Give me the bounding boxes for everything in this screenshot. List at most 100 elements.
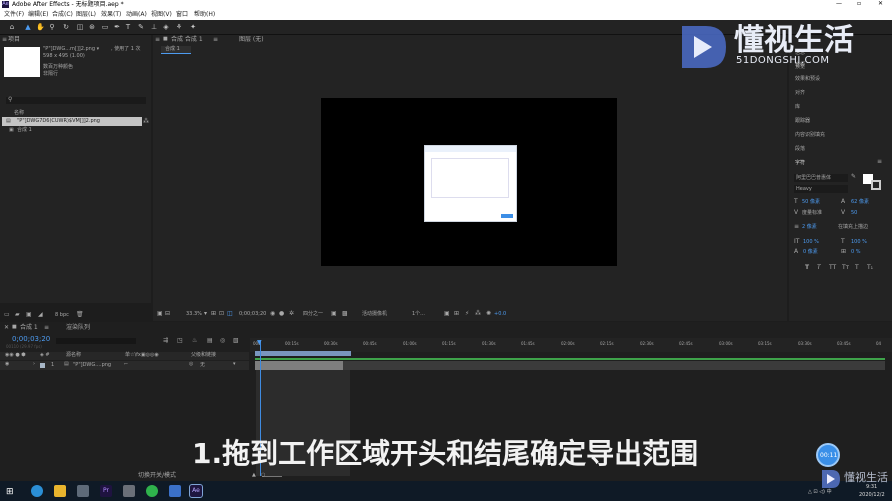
panel-align[interactable]: 对齐 bbox=[795, 91, 805, 96]
roto-brush-tool-icon[interactable]: ⚘ bbox=[175, 23, 183, 31]
project-settings-icon[interactable]: ◢ bbox=[38, 312, 43, 318]
zoom-level[interactable]: 33.3% bbox=[186, 312, 202, 317]
layer-expand-icon[interactable]: › bbox=[33, 362, 35, 367]
small-caps-button[interactable]: Tт bbox=[842, 265, 849, 271]
graph-editor-icon[interactable]: ▧ bbox=[233, 338, 239, 344]
delete-icon[interactable]: 🗑 bbox=[76, 312, 84, 318]
menu-effect[interactable]: 效果(T) bbox=[101, 12, 121, 18]
timeline-tab-menu-icon[interactable]: ≡ bbox=[44, 325, 49, 331]
premiere-icon[interactable]: Pr bbox=[100, 485, 112, 497]
after-effects-taskbar-icon[interactable]: Ae bbox=[189, 484, 203, 498]
all-caps-button[interactable]: TT bbox=[829, 265, 836, 271]
screen-capture-icon[interactable] bbox=[77, 485, 89, 497]
edge-browser-icon[interactable] bbox=[31, 485, 43, 497]
hand-tool-icon[interactable]: ✋ bbox=[36, 23, 45, 31]
playhead-icon[interactable]: ▼ bbox=[257, 340, 262, 346]
panel-tracker[interactable]: 跟踪器 bbox=[795, 119, 810, 124]
always-preview-icon[interactable]: ⊟ bbox=[165, 311, 170, 317]
baseline-shift-value[interactable]: 0 像素 bbox=[803, 250, 818, 255]
leading-value[interactable]: 62 像素 bbox=[851, 200, 869, 205]
fast-previews-icon[interactable]: ⚡ bbox=[465, 311, 469, 317]
project-flow-icon[interactable]: ⁂ bbox=[143, 119, 149, 125]
close-icon[interactable]: ✕ bbox=[878, 1, 883, 7]
toggle-view-icon[interactable]: ⊞ bbox=[211, 311, 216, 317]
image-viewer-icon[interactable] bbox=[169, 485, 181, 497]
viewer-lock-icon[interactable]: ■ bbox=[163, 37, 168, 42]
file-explorer-icon[interactable] bbox=[54, 485, 66, 497]
tsume-value[interactable]: 0 % bbox=[851, 250, 861, 255]
layer-name[interactable]: "P"]DWG....png bbox=[73, 363, 111, 368]
maximize-icon[interactable]: ▫ bbox=[857, 1, 861, 7]
clone-stamp-tool-icon[interactable]: ⊥ bbox=[150, 23, 158, 31]
pen-tool-icon[interactable]: ✒ bbox=[113, 23, 121, 31]
channel-icon[interactable]: ✲ bbox=[289, 311, 294, 317]
zoom-slider-thumb-icon[interactable]: ○ bbox=[261, 473, 265, 478]
home-icon[interactable]: ⌂ bbox=[8, 23, 16, 31]
character-panel-tab[interactable]: 字符 bbox=[795, 161, 805, 166]
zoom-out-icon[interactable]: ▲ bbox=[252, 473, 256, 478]
start-icon[interactable]: ⊞ bbox=[6, 487, 16, 497]
superscript-button[interactable]: T bbox=[855, 265, 859, 271]
project-tab[interactable]: 项目 bbox=[8, 37, 20, 43]
stroke-type-select[interactable]: 在填充上描边 bbox=[838, 225, 868, 230]
panel-content-aware-fill[interactable]: 内容识别填充 bbox=[795, 133, 825, 138]
minimize-icon[interactable]: — bbox=[836, 1, 842, 7]
menu-window[interactable]: 窗口 bbox=[176, 12, 188, 18]
character-panel-menu-icon[interactable]: ≡ bbox=[877, 159, 882, 165]
bit-depth-label[interactable]: 8 bpc bbox=[55, 313, 69, 318]
layer-visibility-icon[interactable]: ◉ bbox=[5, 362, 9, 367]
zoom-tool-icon[interactable]: ⚲ bbox=[48, 23, 56, 31]
panel-library[interactable]: 库 bbox=[795, 105, 800, 110]
menu-view[interactable]: 视图(V) bbox=[151, 12, 172, 18]
shy-layers-icon[interactable]: ♨ bbox=[192, 338, 197, 344]
rectangle-tool-icon[interactable]: ▭ bbox=[101, 23, 109, 31]
view-options-icon[interactable]: ▣ bbox=[444, 311, 450, 317]
parent-link-header[interactable]: 父级和链接 bbox=[191, 353, 216, 358]
stroke-width-value[interactable]: 2 像素 bbox=[802, 225, 817, 230]
interpret-footage-icon[interactable]: ▭ bbox=[4, 312, 10, 318]
puppet-tool-icon[interactable]: ✦ bbox=[189, 23, 197, 31]
font-size-value[interactable]: 50 像素 bbox=[802, 200, 820, 205]
composition-mini-flowchart-icon[interactable]: ⇶ bbox=[163, 338, 168, 344]
composition-tab-menu-icon[interactable]: ≡ bbox=[213, 37, 218, 43]
project-name-column-header[interactable]: 名称 bbox=[14, 111, 24, 116]
layer-label-color[interactable] bbox=[40, 363, 45, 368]
frame-blending-icon[interactable]: ▤ bbox=[207, 338, 213, 344]
view-layout-dropdown[interactable]: 1个... bbox=[412, 312, 425, 317]
resolution-dropdown[interactable]: 四分之一 bbox=[303, 312, 323, 317]
flowchart-icon[interactable]: ⁂ bbox=[475, 311, 481, 317]
menu-help[interactable]: 帮助(H) bbox=[194, 12, 215, 18]
mask-visibility-icon[interactable]: ◫ bbox=[227, 311, 233, 317]
safe-zones-icon[interactable]: ⊡ bbox=[219, 311, 224, 317]
menu-file[interactable]: 文件(F) bbox=[4, 12, 24, 18]
layer-pickwhip-icon[interactable]: ◎ bbox=[189, 362, 193, 367]
region-of-interest-icon[interactable]: ▣ bbox=[331, 311, 337, 317]
brush-tool-icon[interactable]: ✎ bbox=[137, 23, 145, 31]
project-file-name[interactable]: "P"]DWG...m[]]2.png ▾ bbox=[43, 47, 99, 52]
zoom-dropdown-icon[interactable]: ▾ bbox=[204, 311, 207, 317]
pan-behind-tool-icon[interactable]: ⊛ bbox=[88, 23, 96, 31]
menu-animation[interactable]: 动画(A) bbox=[126, 12, 147, 18]
switch-mode-toggle[interactable]: 切换开关/模式 bbox=[138, 473, 176, 479]
faux-italic-button[interactable]: T bbox=[817, 265, 821, 271]
timeline-search-input[interactable] bbox=[56, 338, 136, 344]
tracking-value[interactable]: 50 bbox=[851, 211, 857, 216]
parent-dropdown-icon[interactable]: ▾ bbox=[233, 362, 236, 367]
exposure-value[interactable]: +0.0 bbox=[494, 312, 506, 317]
work-area-bar[interactable] bbox=[255, 351, 351, 356]
new-composition-icon[interactable]: ▣ bbox=[26, 312, 32, 318]
new-folder-icon[interactable]: ▰ bbox=[15, 312, 20, 318]
menu-layer[interactable]: 图层(L) bbox=[76, 12, 96, 18]
rotate-tool-icon[interactable]: ↻ bbox=[62, 23, 70, 31]
menu-composition[interactable]: 合成(C) bbox=[52, 12, 73, 18]
photos-icon[interactable] bbox=[123, 485, 135, 497]
magnification-icon[interactable]: ▣ bbox=[157, 311, 163, 317]
exposure-icon[interactable]: ✺ bbox=[486, 311, 491, 317]
show-snapshot-icon[interactable]: ● bbox=[279, 311, 284, 317]
viewer-timecode[interactable]: 0;00;03;20 bbox=[239, 312, 266, 317]
subscript-button[interactable]: T₁ bbox=[867, 265, 873, 271]
timeline-timecode[interactable]: 0;00;03;20 bbox=[12, 336, 50, 343]
faux-bold-button[interactable]: T bbox=[805, 265, 809, 271]
layer-collapse-switch-icon[interactable]: ⌐ bbox=[124, 362, 128, 367]
layer-duration-bar[interactable] bbox=[255, 361, 885, 370]
